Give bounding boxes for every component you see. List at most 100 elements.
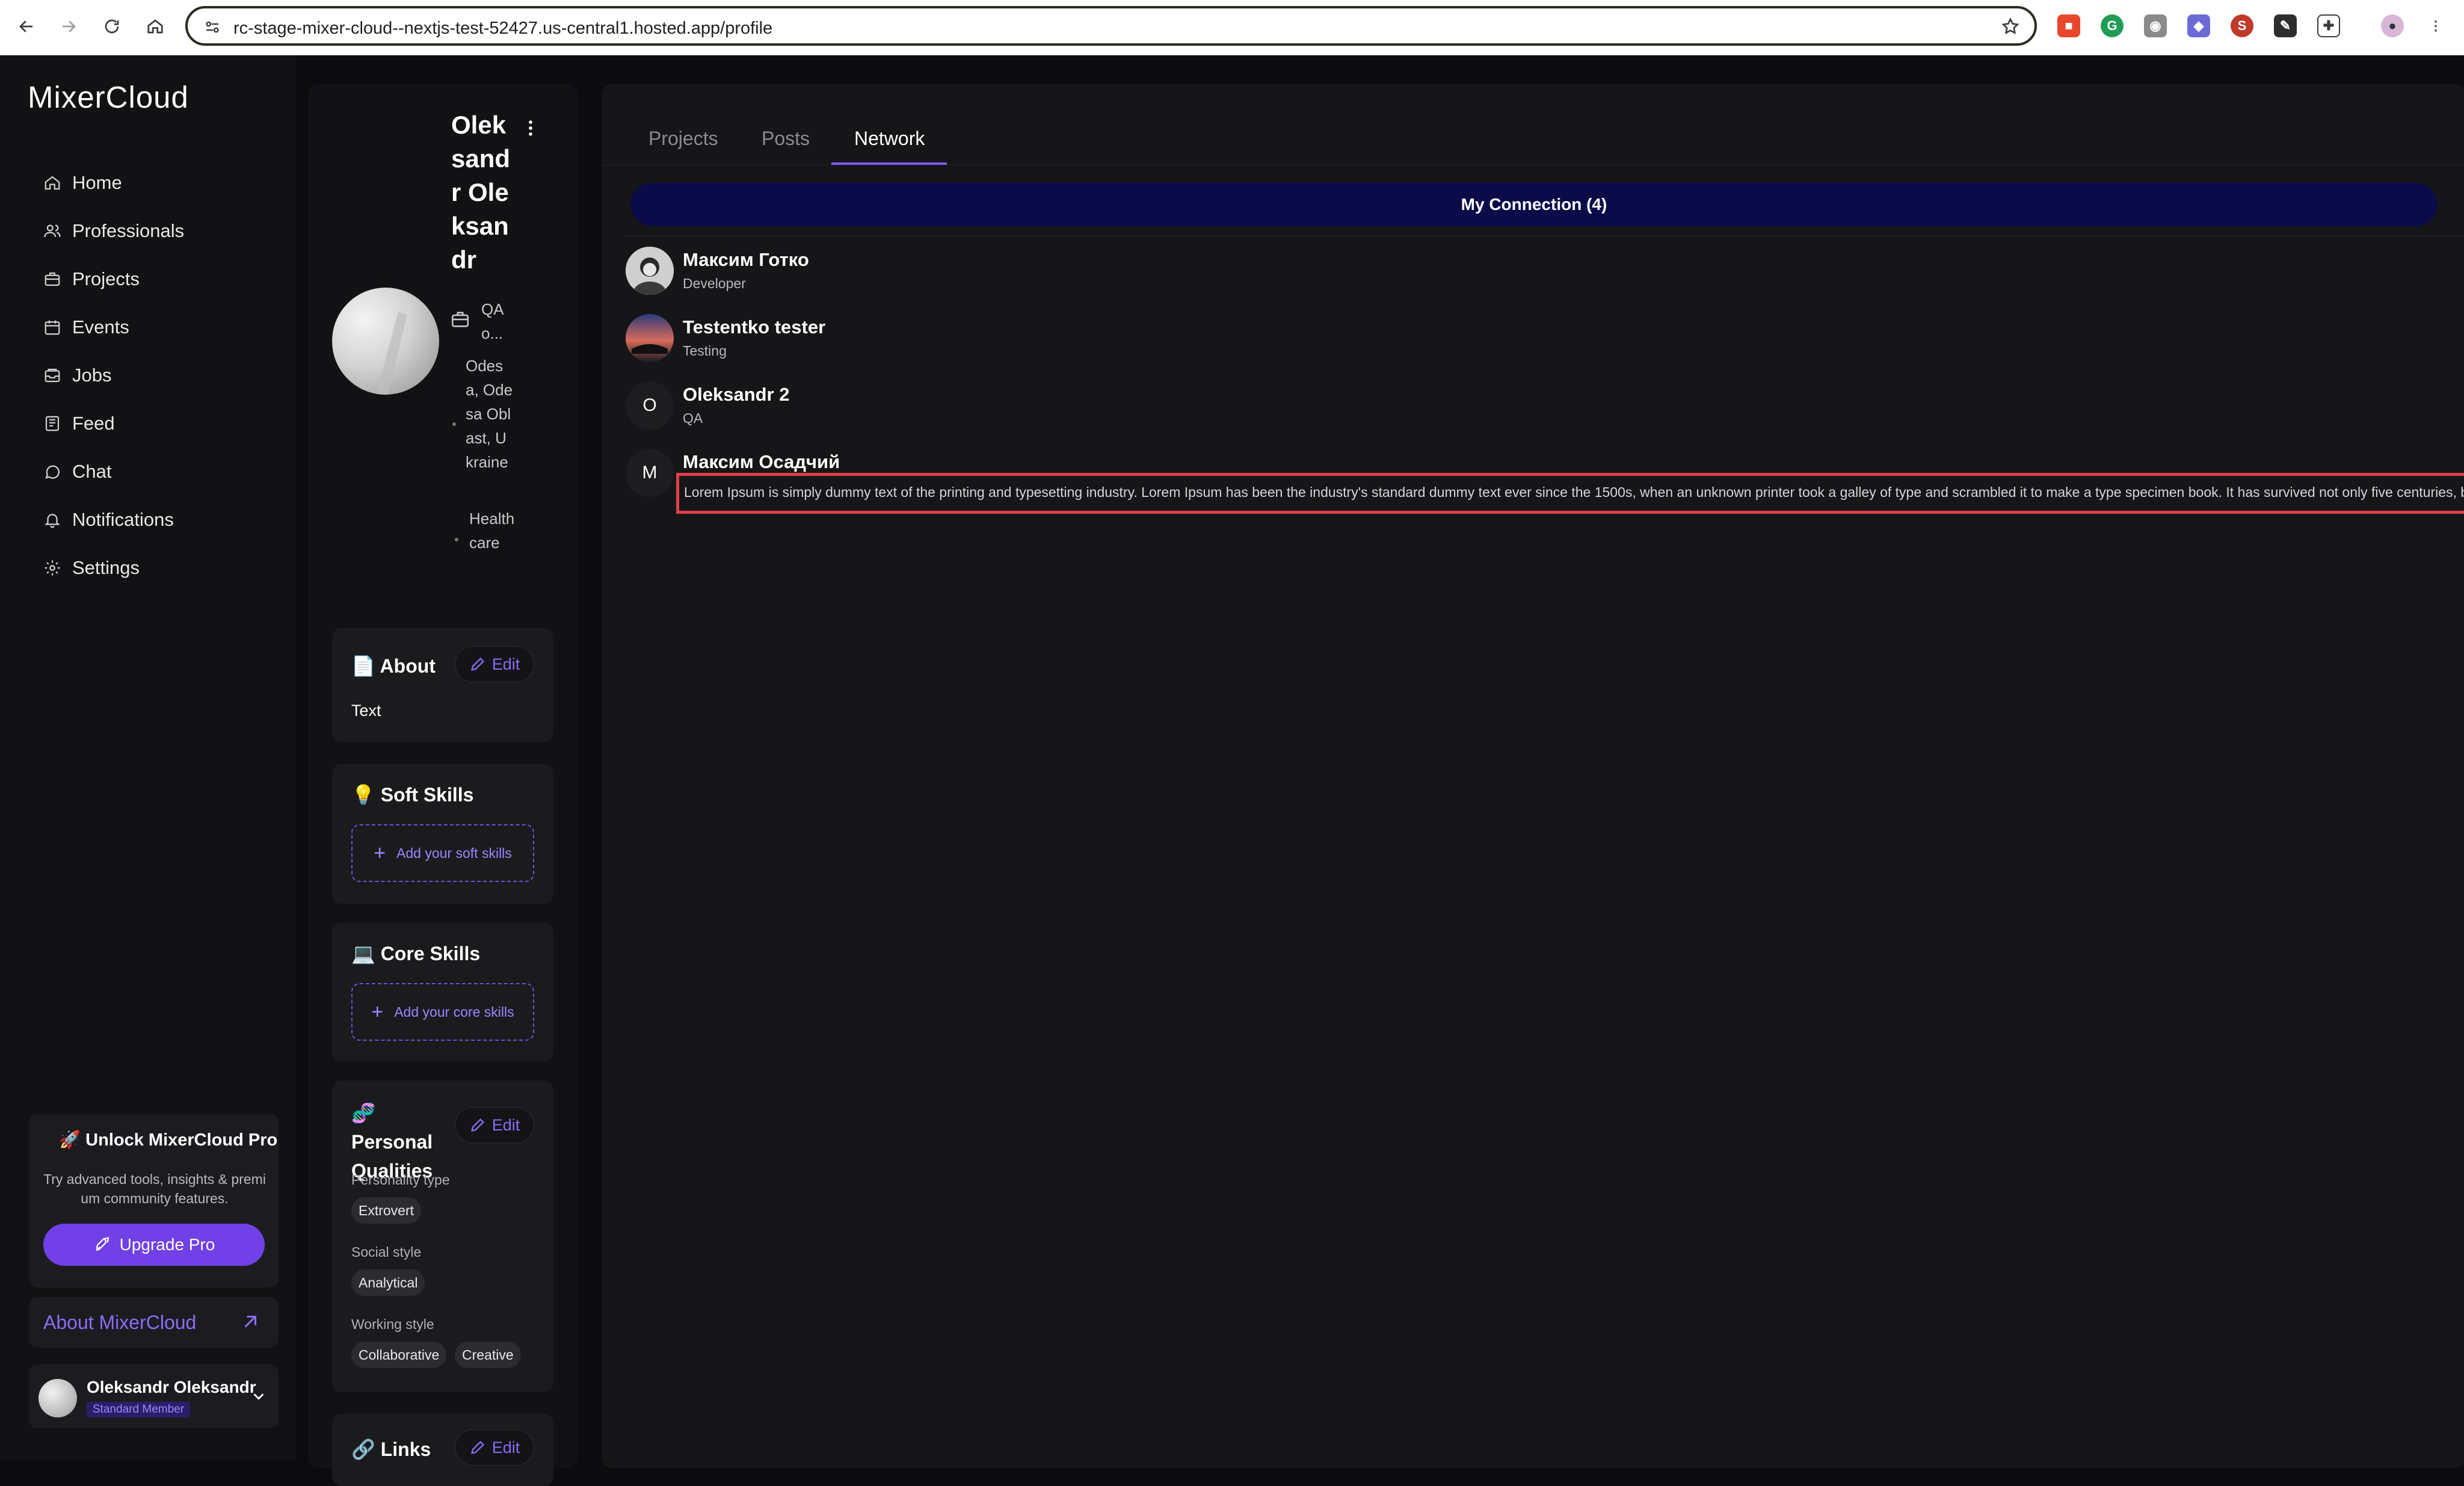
user-menu[interactable]: Oleksandr Oleksandr Standard Member <box>29 1364 279 1428</box>
add-soft-skills-button[interactable]: + Add your soft skills <box>351 824 534 882</box>
extension-icon-5[interactable]: S <box>2231 14 2253 37</box>
soft-skills-title: 💡 Soft Skills <box>351 784 474 806</box>
profile-location: Odesa, Odesa Oblast, Ukraine <box>466 357 513 471</box>
promo-title: 🚀 Unlock MixerCloud Pro <box>59 1130 278 1150</box>
tab-posts[interactable]: Posts <box>762 128 810 150</box>
camera-extension-icon[interactable]: ◉ <box>2144 14 2167 37</box>
sidebar-item-notifications[interactable]: Notifications <box>43 502 174 538</box>
sidebar-item-label: Projects <box>72 268 140 289</box>
upgrade-pro-button[interactable]: Upgrade Pro <box>43 1224 265 1266</box>
edit-label: Edit <box>491 655 520 673</box>
rocket-icon <box>96 1237 109 1251</box>
working-style-label: Working style <box>351 1316 434 1332</box>
links-card: 🔗 Links Edit <box>332 1414 553 1486</box>
briefcase-icon <box>45 272 60 286</box>
bookmark-star-icon[interactable] <box>2001 17 2020 39</box>
connection-name[interactable]: Testentko tester <box>683 316 825 338</box>
more-options-icon[interactable] <box>526 118 535 138</box>
sidebar-item-home[interactable]: Home <box>43 165 122 201</box>
personality-type-label: Personality type <box>351 1172 450 1188</box>
app-logo[interactable]: MixerCloud <box>28 79 189 115</box>
plus-icon: + <box>371 1000 384 1023</box>
edit-label: Edit <box>491 1438 520 1457</box>
about-edit-button[interactable]: Edit <box>455 646 534 682</box>
tab-projects[interactable]: Projects <box>648 128 718 150</box>
sidebar-item-label: Professionals <box>72 220 185 241</box>
home-browser-icon[interactable] <box>142 13 168 40</box>
extension-icon-6[interactable]: ✎ <box>2274 14 2297 37</box>
sidebar-item-settings[interactable]: Settings <box>43 550 140 586</box>
sidebar-item-professionals[interactable]: Professionals <box>43 213 184 249</box>
about-mixercloud-link[interactable]: About MixerCloud <box>29 1297 279 1348</box>
add-core-skills-button[interactable]: + Add your core skills <box>351 983 534 1041</box>
extension-icon-4[interactable]: ◆ <box>2187 14 2210 37</box>
pencil-icon <box>470 1118 484 1132</box>
sidebar-item-label: Notifications <box>72 509 174 530</box>
profile-role: QA o... <box>481 300 504 342</box>
avatar[interactable]: M <box>626 449 674 497</box>
connection-role: QA <box>683 410 703 426</box>
users-icon <box>44 224 61 238</box>
profile-name: Oleksandr Oleksandr <box>451 111 511 274</box>
extension-icon-2[interactable]: G <box>2101 14 2124 37</box>
connection-role: Developer <box>683 276 746 291</box>
reload-icon[interactable] <box>99 13 125 40</box>
pro-promo-card: 🚀 Unlock MixerCloud Pro Try advanced too… <box>29 1114 279 1287</box>
my-connections-header[interactable]: My Connection (4) <box>630 183 2438 226</box>
profile-avatar[interactable] <box>332 288 439 395</box>
browser-toolbar: rc-stage-mixer-cloud--nextjs-test-52427.… <box>0 0 2464 55</box>
forward-icon[interactable] <box>55 13 82 40</box>
active-tab-indicator <box>831 162 947 165</box>
sidebar-item-projects[interactable]: Projects <box>43 261 140 297</box>
soft-skills-card: 💡 Soft Skills + Add your soft skills <box>332 764 553 904</box>
personal-qualities-edit-button[interactable]: Edit <box>455 1107 534 1143</box>
plus-icon: + <box>374 841 386 865</box>
industry-icon <box>455 538 458 541</box>
core-skills-title: 💻 Core Skills <box>351 943 481 964</box>
avatar[interactable] <box>626 247 674 295</box>
avatar <box>38 1379 77 1417</box>
sidebar: MixerCloud Home Professionals Projects E… <box>0 55 297 1461</box>
connection-name[interactable]: Oleksandr 2 <box>683 384 789 405</box>
connection-name[interactable]: Максим Готко <box>683 249 809 271</box>
links-edit-button[interactable]: Edit <box>455 1429 534 1466</box>
personal-qualities-card: 🧬 Personal Qualities Edit Personality ty… <box>332 1081 553 1392</box>
extension-icon-1[interactable]: ■ <box>2057 14 2080 37</box>
browser-menu-icon[interactable]: ⋮ <box>2424 14 2447 37</box>
avatar[interactable]: O <box>626 381 674 430</box>
social-style-label: Social style <box>351 1244 422 1260</box>
gear-icon <box>45 560 60 576</box>
connection-role: Testing <box>683 343 727 359</box>
avatar[interactable] <box>626 314 674 362</box>
connection-role: Lorem Ipsum is simply dummy text of the … <box>684 484 2464 500</box>
about-text: Text <box>351 701 381 720</box>
arrow-up-right-icon <box>244 1315 257 1328</box>
sidebar-item-jobs[interactable]: Jobs <box>43 357 111 393</box>
highlighted-description: Lorem Ipsum is simply dummy text of the … <box>676 473 2464 514</box>
chevron-down-icon[interactable] <box>250 1387 268 1405</box>
working-style-chip: Creative <box>455 1342 521 1368</box>
connection-name[interactable]: Максим Осадчий <box>683 451 840 473</box>
profile-avatar-browser[interactable]: ● <box>2381 14 2404 37</box>
address-bar[interactable]: rc-stage-mixer-cloud--nextjs-test-52427.… <box>185 6 2037 46</box>
user-name: Oleksandr Oleksandr <box>87 1378 256 1396</box>
personality-chip: Extrovert <box>351 1197 422 1224</box>
sidebar-item-label: Settings <box>72 557 140 578</box>
main-content: Projects Posts Network My Connection (4)… <box>602 84 2464 1468</box>
upgrade-pro-label: Upgrade Pro <box>119 1235 215 1254</box>
back-icon[interactable] <box>13 13 40 40</box>
social-style-chip: Analytical <box>351 1269 425 1296</box>
sidebar-item-feed[interactable]: Feed <box>43 405 115 442</box>
sidebar-item-label: Chat <box>72 461 112 482</box>
sidebar-item-chat[interactable]: Chat <box>43 454 111 490</box>
sidebar-item-events[interactable]: Events <box>43 309 129 345</box>
inbox-icon <box>45 368 60 383</box>
briefcase-icon <box>451 312 469 327</box>
site-info-icon[interactable] <box>203 18 221 39</box>
newspaper-icon <box>45 416 60 431</box>
extensions-puzzle-icon[interactable]: ✚ <box>2317 14 2340 37</box>
add-soft-skills-label: Add your soft skills <box>396 845 512 861</box>
tab-network[interactable]: Network <box>854 128 925 150</box>
profile-industry: Healthcare <box>469 510 515 552</box>
sidebar-item-label: Home <box>72 172 122 193</box>
